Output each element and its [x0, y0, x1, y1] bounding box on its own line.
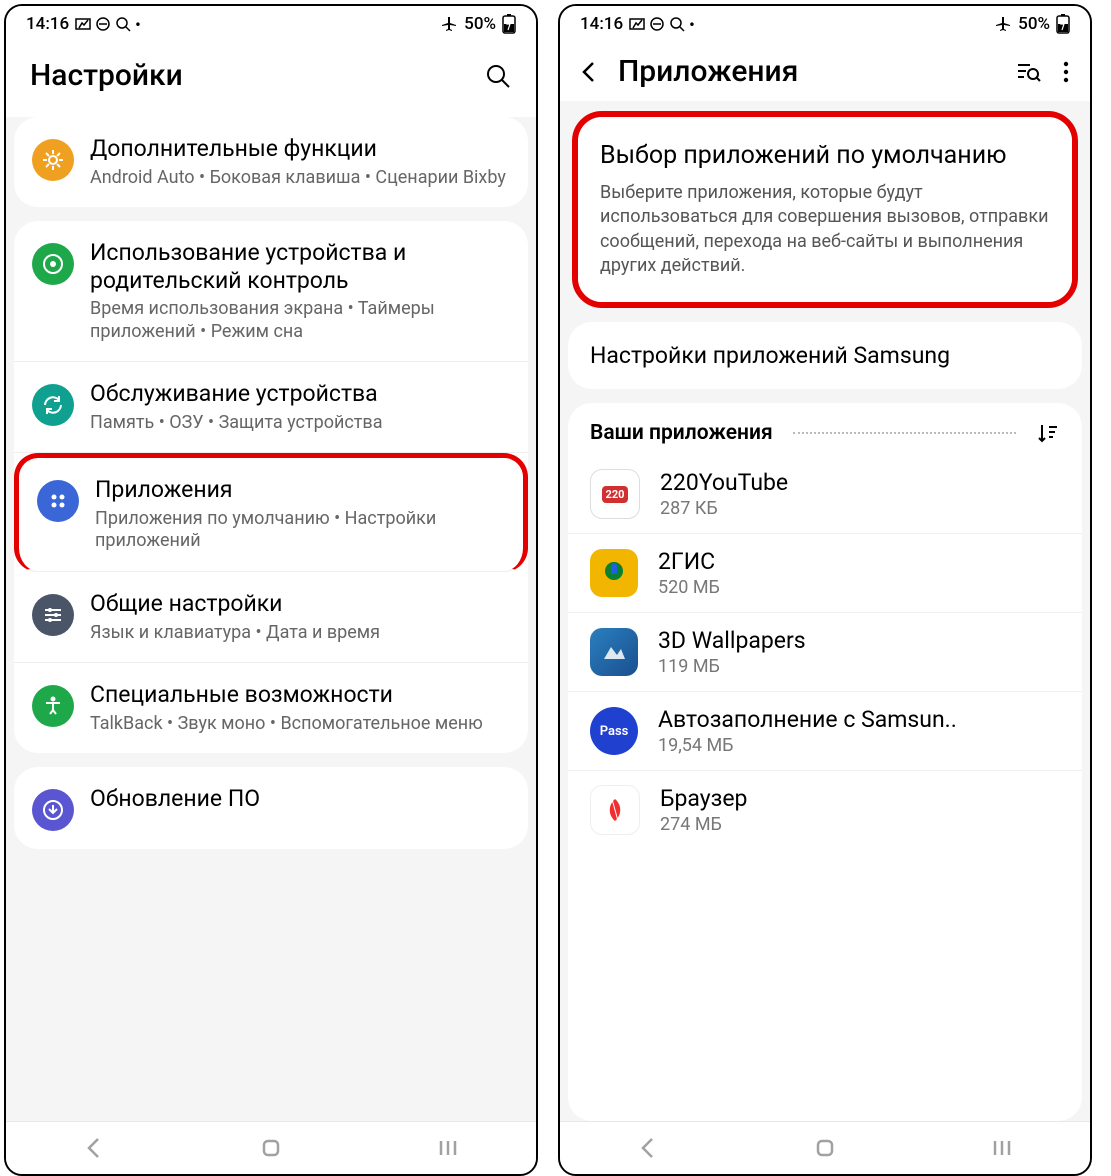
accessibility-icon — [32, 685, 74, 727]
row-title: Дополнительные функции — [90, 135, 510, 163]
recents-icon[interactable] — [989, 1135, 1015, 1161]
target-icon — [32, 243, 74, 285]
refresh-icon — [32, 384, 74, 426]
navigation-bar — [560, 1121, 1090, 1174]
status-time: 14:16 — [26, 14, 69, 34]
app-row-samsung-autofill[interactable]: Pass Автозаполнение с Samsun.. 19,54 МБ — [568, 692, 1082, 771]
back-icon[interactable] — [576, 59, 602, 85]
app-row-220youtube[interactable]: 220 220YouTube 287 КБ — [568, 455, 1082, 534]
default-apps-title: Выбор приложений по умолчанию — [600, 141, 1050, 171]
settings-card-update: Обновление ПО — [14, 767, 528, 849]
sliders-icon — [32, 594, 74, 636]
app-size: 287 КБ — [660, 498, 788, 519]
row-subtitle: Язык и клавиатура • Дата и время — [90, 622, 510, 645]
app-icon — [590, 628, 638, 676]
status-time: 14:16 — [580, 14, 623, 34]
settings-card-group: Использование устройства и родительский … — [14, 221, 528, 753]
page-header: Приложения — [560, 42, 1090, 101]
apps-section-header: Ваши приложения — [568, 403, 1082, 455]
page-title: Приложения — [618, 54, 798, 89]
row-title: Специальные возможности — [90, 681, 510, 709]
row-title: Обновление ПО — [90, 785, 510, 813]
download-icon — [32, 789, 74, 831]
app-size: 520 МБ — [658, 577, 720, 598]
sort-icon[interactable] — [1036, 421, 1060, 445]
row-title: Приложения — [95, 476, 505, 504]
recents-icon[interactable] — [435, 1135, 461, 1161]
row-subtitle: Время использования экрана • Таймеры при… — [90, 298, 510, 343]
airplane-icon — [994, 15, 1012, 33]
row-subtitle: Android Auto • Боковая клавиша • Сценари… — [90, 167, 510, 190]
default-apps-card[interactable]: Выбор приложений по умолчанию Выберите п… — [578, 117, 1072, 302]
status-notification-icons: • — [629, 15, 695, 34]
status-bar: 14:16 • 50% — [560, 6, 1090, 42]
row-title: Обслуживание устройства — [90, 380, 510, 408]
app-name: Браузер — [660, 785, 747, 812]
app-size: 119 МБ — [658, 656, 806, 677]
app-name: 2ГИС — [658, 548, 720, 575]
apps-section-label: Ваши приложения — [590, 421, 773, 445]
home-icon[interactable] — [812, 1135, 838, 1161]
phone-settings: 14:16 • 50% Настройки Дополнитель — [4, 4, 538, 1176]
app-row-2gis[interactable]: 2ГИС 520 МБ — [568, 534, 1082, 613]
home-icon[interactable] — [258, 1135, 284, 1161]
app-name: 220YouTube — [660, 469, 788, 496]
app-icon: 220 — [590, 469, 640, 519]
app-row-3dwallpapers[interactable]: 3D Wallpapers 119 МБ — [568, 613, 1082, 692]
app-name: Автозаполнение с Samsun.. — [658, 706, 957, 733]
settings-card-advanced: Дополнительные функции Android Auto • Бо… — [14, 117, 528, 207]
app-icon — [590, 785, 640, 835]
row-digital-wellbeing[interactable]: Использование устройства и родительский … — [14, 221, 528, 362]
phone-apps: 14:16 • 50% Приложения Выбор прилож — [558, 4, 1092, 1176]
status-bar: 14:16 • 50% — [6, 6, 536, 42]
app-size: 19,54 МБ — [658, 735, 957, 756]
apps-grid-icon — [37, 480, 79, 522]
row-accessibility[interactable]: Специальные возможности TalkBack • Звук … — [14, 663, 528, 753]
back-icon[interactable] — [81, 1135, 107, 1161]
page-title: Настройки — [30, 58, 183, 93]
row-title: Общие настройки — [90, 590, 510, 618]
row-subtitle: Память • ОЗУ • Защита устройства — [90, 412, 510, 435]
samsung-settings-label: Настройки приложений Samsung — [590, 342, 950, 369]
row-subtitle: TalkBack • Звук моно • Вспомогательное м… — [90, 713, 510, 736]
app-name: 3D Wallpapers — [658, 627, 806, 654]
search-icon[interactable] — [484, 62, 512, 90]
app-icon — [590, 549, 638, 597]
your-apps-card: Ваши приложения 220 220YouTube 287 КБ — [568, 403, 1082, 1121]
row-device-care[interactable]: Обслуживание устройства Память • ОЗУ • З… — [14, 362, 528, 453]
row-apps[interactable]: Приложения Приложения по умолчанию • Нас… — [14, 453, 528, 572]
page-header: Настройки — [6, 42, 536, 117]
row-advanced-features[interactable]: Дополнительные функции Android Auto • Бо… — [14, 117, 528, 207]
battery-percent: 50% — [1018, 14, 1050, 34]
battery-icon — [1056, 14, 1070, 34]
gear-plus-icon — [32, 139, 74, 181]
back-icon[interactable] — [635, 1135, 661, 1161]
more-icon[interactable] — [1062, 59, 1070, 85]
row-software-update[interactable]: Обновление ПО — [14, 767, 528, 849]
app-icon: Pass — [590, 707, 638, 755]
row-subtitle: Приложения по умолчанию • Настройки прил… — [95, 508, 505, 553]
status-notification-icons: • — [75, 15, 141, 34]
navigation-bar — [6, 1121, 536, 1174]
battery-icon — [502, 14, 516, 34]
app-size: 274 МБ — [660, 814, 747, 835]
highlight-default-apps: Выбор приложений по умолчанию Выберите п… — [572, 111, 1078, 308]
samsung-app-settings[interactable]: Настройки приложений Samsung — [568, 322, 1082, 389]
row-general[interactable]: Общие настройки Язык и клавиатура • Дата… — [14, 572, 528, 663]
row-title: Использование устройства и родительский … — [90, 239, 510, 294]
filter-search-icon[interactable] — [1014, 58, 1042, 86]
divider — [793, 432, 1016, 434]
default-apps-description: Выберите приложения, которые будут испол… — [600, 181, 1050, 278]
airplane-icon — [440, 15, 458, 33]
app-row-browser[interactable]: Браузер 274 МБ — [568, 771, 1082, 849]
battery-percent: 50% — [464, 14, 496, 34]
